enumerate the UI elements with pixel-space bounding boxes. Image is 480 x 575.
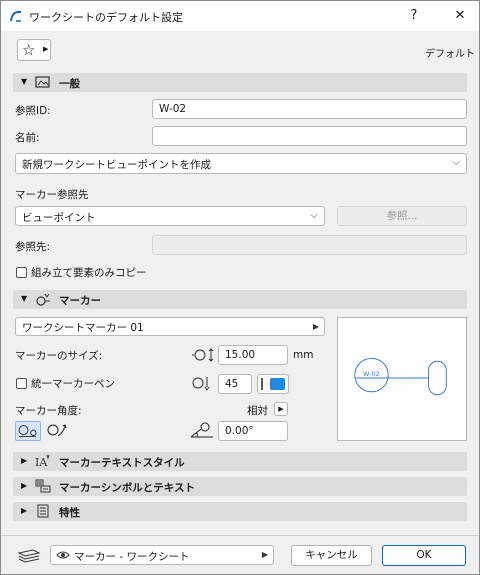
layer-select[interactable]: マーカー - ワークシート ▶ bbox=[50, 545, 274, 565]
layer-stack-icon bbox=[17, 547, 41, 563]
close-button[interactable]: ✕ bbox=[449, 5, 471, 27]
section-marker[interactable]: ▼ マーカー bbox=[13, 290, 467, 309]
marker-icon bbox=[35, 292, 51, 306]
default-label: デフォルト bbox=[425, 49, 475, 60]
marker-preview-text: W-02 bbox=[363, 370, 380, 378]
uniform-pen-checkbox[interactable] bbox=[16, 378, 27, 389]
viewpoint-mode-select[interactable]: 新規ワークシートビューポイントを作成 ⌵ bbox=[15, 153, 467, 174]
swatch-divider bbox=[261, 378, 263, 390]
section-marker-label: マーカー bbox=[59, 295, 101, 307]
name-input[interactable] bbox=[152, 126, 467, 146]
pen-number-input[interactable]: 45 bbox=[218, 374, 252, 394]
name-label: 名前: bbox=[15, 132, 40, 144]
section-properties[interactable]: ▶ 特性 bbox=[13, 502, 467, 521]
marker-preview-drawing bbox=[354, 357, 447, 396]
angle-icon bbox=[187, 420, 217, 440]
symbol-text-icon bbox=[35, 479, 51, 493]
app-logo-icon bbox=[9, 9, 23, 23]
pen-number-value: 45 bbox=[225, 378, 239, 390]
footer-divider bbox=[1, 535, 479, 536]
marker-size-icon bbox=[189, 347, 215, 363]
chevron-down-icon: ⌵ bbox=[310, 210, 318, 221]
general-image-icon bbox=[35, 75, 51, 89]
browse-button[interactable]: 参照... bbox=[337, 206, 467, 226]
marker-angle-value: 0.00° bbox=[225, 425, 254, 437]
eye-icon bbox=[56, 548, 70, 562]
marker-type-select[interactable]: ワークシートマーカー 01 ▶ bbox=[15, 317, 325, 336]
angle-mode-fixed-button[interactable] bbox=[15, 421, 41, 441]
play-arrow-icon: ▶ bbox=[261, 550, 268, 559]
angle-mode-rotate-button[interactable] bbox=[45, 421, 69, 441]
marker-size-unit: mm bbox=[293, 349, 314, 361]
svg-text:IA: IA bbox=[35, 456, 48, 468]
section-general-label: 一般 bbox=[59, 78, 80, 90]
marker-angle-label: マーカー角度: bbox=[15, 405, 82, 417]
favorites-button[interactable]: ☆ ▶ bbox=[17, 39, 51, 61]
pen-color-swatch[interactable] bbox=[257, 374, 289, 394]
play-arrow-icon: ▶ bbox=[312, 322, 319, 331]
help-button[interactable]: ? bbox=[403, 5, 425, 27]
pen-icon bbox=[189, 375, 215, 391]
expand-arrow-icon: ▶ bbox=[21, 481, 28, 490]
document-icon bbox=[35, 504, 51, 518]
chevron-down-icon: ⌵ bbox=[452, 157, 460, 168]
marker-type-value: ワークシートマーカー 01 bbox=[22, 322, 144, 334]
section-general[interactable]: ▼ 一般 bbox=[13, 73, 467, 92]
uniform-pen-label: 統一マーカーペン bbox=[31, 378, 115, 390]
ref-id-input[interactable]: W-02 bbox=[152, 99, 467, 119]
section-marker-text-style-label: マーカーテキストスタイル bbox=[59, 457, 185, 469]
marker-angle-input[interactable]: 0.00° bbox=[218, 421, 288, 441]
ok-button[interactable]: OK bbox=[382, 545, 466, 566]
text-style-icon: IA bbox=[35, 454, 51, 468]
ref-id-label: 参照ID: bbox=[15, 105, 51, 117]
ref-to-input bbox=[152, 235, 467, 255]
marker-size-input[interactable]: 15.00 bbox=[218, 345, 288, 365]
section-marker-symbol-text[interactable]: ▶ マーカーシンボルとテキスト bbox=[13, 477, 467, 496]
star-icon: ☆ bbox=[22, 41, 36, 59]
layer-value: マーカー - ワークシート bbox=[74, 551, 190, 563]
window-title: ワークシートのデフォルト設定 bbox=[29, 11, 183, 24]
ref-id-value: W-02 bbox=[159, 103, 187, 115]
section-marker-symbol-text-label: マーカーシンボルとテキスト bbox=[59, 482, 195, 494]
marker-ref-select[interactable]: ビューポイント ⌵ bbox=[15, 206, 325, 226]
marker-preview: W-02 bbox=[337, 317, 467, 441]
cancel-button[interactable]: キャンセル bbox=[291, 545, 372, 566]
marker-ref-label: マーカー参照先 bbox=[15, 189, 89, 201]
relative-menu-button[interactable]: ▶ bbox=[274, 402, 288, 416]
copy-assembly-label: 組み立て要素のみコピー bbox=[31, 267, 147, 279]
copy-assembly-checkbox[interactable] bbox=[16, 267, 27, 278]
pen-color-fill bbox=[270, 378, 285, 390]
relative-label: 相対 bbox=[247, 405, 268, 417]
play-arrow-icon: ▶ bbox=[43, 45, 49, 53]
expand-arrow-icon: ▶ bbox=[21, 456, 28, 465]
collapse-arrow-icon: ▼ bbox=[21, 294, 28, 303]
section-properties-label: 特性 bbox=[59, 507, 80, 519]
marker-size-value: 15.00 bbox=[225, 349, 256, 361]
marker-size-label: マーカーのサイズ: bbox=[15, 350, 103, 362]
ref-to-label: 参照先: bbox=[15, 241, 51, 253]
expand-arrow-icon: ▶ bbox=[21, 506, 28, 515]
section-marker-text-style[interactable]: ▶ IA マーカーテキストスタイル bbox=[13, 452, 467, 471]
collapse-arrow-icon: ▼ bbox=[21, 77, 28, 86]
viewpoint-mode-value: 新規ワークシートビューポイントを作成 bbox=[22, 159, 211, 171]
marker-ref-value: ビューポイント bbox=[22, 212, 96, 224]
worksheet-default-settings-dialog: ワークシートのデフォルト設定 ? ✕ ☆ ▶ デフォルト ▼ 一般 参照ID: … bbox=[0, 0, 480, 575]
